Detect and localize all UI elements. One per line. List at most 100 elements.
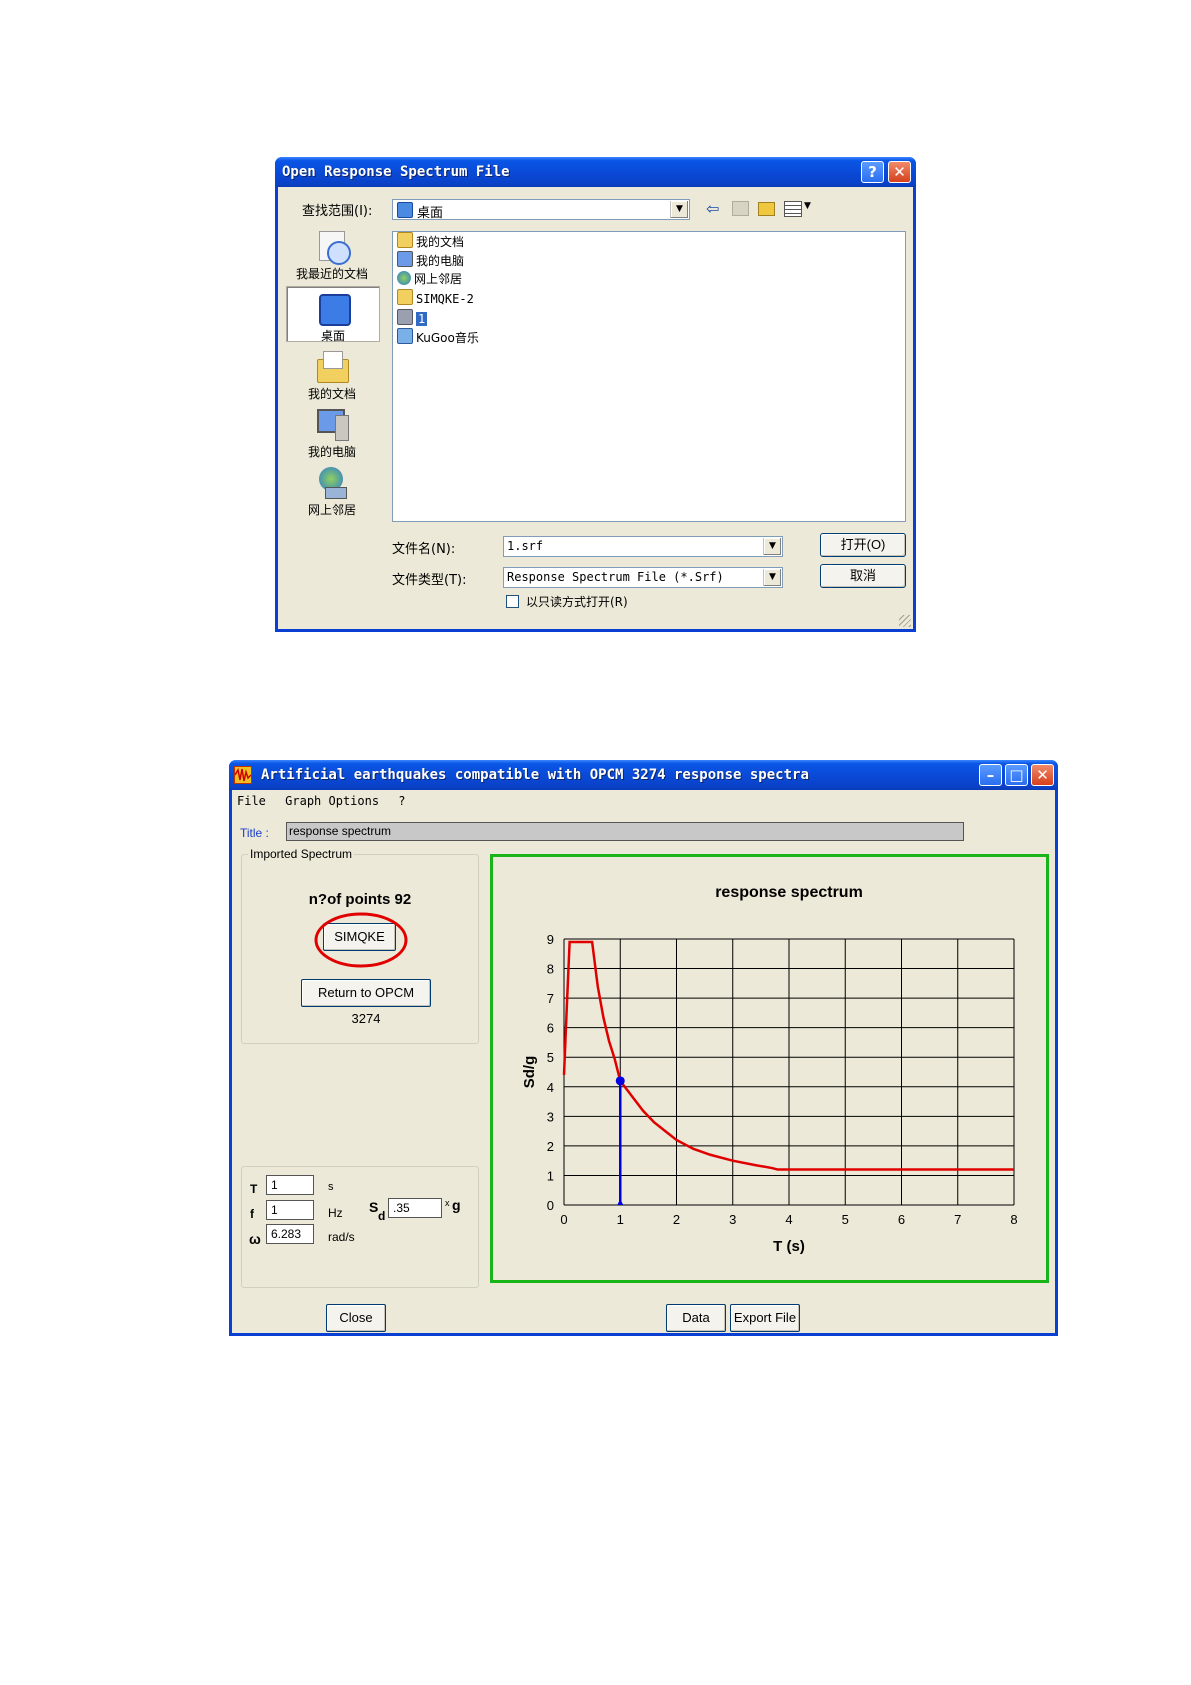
dialog-title: Open Response Spectrum File: [282, 164, 510, 180]
parameter-group: T 1 s f 1 Hz S d .35 x g ω 6.283 rad/s: [241, 1166, 479, 1288]
x-tick-label: 0: [560, 1212, 567, 1227]
list-item[interactable]: 我的电脑: [397, 251, 464, 269]
network-icon: [397, 271, 411, 285]
place-label: 桌面: [320, 329, 345, 343]
new-folder-icon[interactable]: [758, 202, 775, 216]
my-computer-icon: [397, 251, 413, 267]
omega-label: ω: [249, 1231, 261, 1247]
chevron-down-icon[interactable]: ▼: [763, 569, 781, 586]
period-marker: [615, 1076, 625, 1086]
place-network[interactable]: 网上邻居: [286, 465, 378, 518]
menu-bar: File Graph Options ?: [237, 794, 418, 808]
my-computer-icon: [315, 407, 349, 441]
sd-input[interactable]: .35: [388, 1198, 442, 1218]
sd-unit-x: x: [445, 1198, 450, 1208]
place-recent[interactable]: 我最近的文档: [286, 229, 378, 282]
filetype-combo[interactable]: Response Spectrum File (*.Srf) ▼: [503, 567, 783, 588]
menu-graph-options[interactable]: Graph Options: [285, 794, 379, 808]
help-icon[interactable]: ?: [861, 161, 884, 183]
title-label: Title :: [240, 826, 269, 840]
place-label: 网上邻居: [307, 503, 356, 517]
filename-value: 1.srf: [507, 539, 544, 553]
resize-grip-icon[interactable]: [899, 615, 911, 627]
return-opcm-button[interactable]: Return to OPCM 3274: [301, 979, 431, 1026]
y-tick-label: 9: [547, 932, 554, 947]
chevron-down-icon[interactable]: ▼: [763, 538, 781, 555]
export-file-button[interactable]: Export File: [730, 1304, 800, 1332]
title-input[interactable]: response spectrum: [286, 822, 964, 841]
maximize-icon[interactable]: □: [1005, 764, 1028, 786]
y-tick-label: 4: [547, 1080, 554, 1095]
y-tick-label: 6: [547, 1021, 554, 1036]
view-dropdown-icon[interactable]: ▼: [804, 201, 811, 211]
x-tick-label: 8: [1010, 1212, 1017, 1227]
T-label: T: [250, 1182, 258, 1196]
dialog-client: 查找范围(I): 桌面 ▼ ⇦ ▼ 我最近的文档 桌面 我的文档 我的电脑 网上…: [278, 187, 913, 629]
app-icon: [234, 766, 252, 784]
place-label: 我的文档: [307, 387, 356, 401]
my-documents-icon: [397, 232, 413, 248]
desktop-icon: [316, 291, 351, 326]
close-icon[interactable]: ✕: [888, 161, 911, 183]
x-axis-label: T (s): [773, 1238, 805, 1255]
look-in-combo[interactable]: 桌面 ▼: [392, 199, 690, 221]
group-title: Imported Spectrum: [248, 847, 355, 861]
chart-frame: 0 1 2 3 4 5 6 7 8 0 1 2 3 4 5 6 7 8 9 response spectrum T (s…: [490, 854, 1049, 1283]
y-tick-label: 8: [547, 962, 554, 977]
list-item[interactable]: 我的文档: [397, 232, 464, 250]
x-tick-label: 1: [617, 1212, 624, 1227]
place-my-computer[interactable]: 我的电脑: [286, 407, 378, 460]
readonly-checkbox[interactable]: [506, 595, 519, 608]
sd-subscript: d: [378, 1209, 386, 1223]
list-item-selected[interactable]: 1: [397, 309, 428, 327]
y-tick-label: 7: [547, 991, 554, 1006]
file-list[interactable]: 我的文档 我的电脑 网上邻居 SIMQKE-2 1 KuGoo音乐: [392, 231, 906, 522]
y-tick-label: 1: [547, 1168, 554, 1183]
folder-icon: [397, 289, 413, 305]
readonly-label: 以只读方式打开(R): [526, 595, 628, 609]
minimize-icon[interactable]: –: [979, 764, 1002, 786]
f-input[interactable]: 1: [266, 1200, 314, 1220]
dialog-titlebar[interactable]: Open Response Spectrum File ? ✕: [275, 157, 916, 187]
close-icon[interactable]: ✕: [1031, 764, 1054, 786]
app-titlebar[interactable]: Artificial earthquakes compatible with O…: [229, 760, 1058, 790]
back-icon[interactable]: ⇦: [706, 201, 724, 217]
f-unit: Hz: [328, 1206, 343, 1220]
cancel-button[interactable]: 取消: [820, 564, 906, 588]
menu-file[interactable]: File: [237, 794, 266, 808]
data-button[interactable]: Data: [666, 1304, 726, 1332]
y-tick-label: 3: [547, 1109, 554, 1124]
x-tick-label: 6: [898, 1212, 905, 1227]
list-item[interactable]: 网上邻居: [397, 270, 462, 288]
T-input[interactable]: 1: [266, 1175, 314, 1195]
open-button[interactable]: 打开(O): [820, 533, 906, 557]
menu-help[interactable]: ?: [398, 794, 405, 808]
filename-combo[interactable]: 1.srf ▼: [503, 536, 783, 557]
list-item[interactable]: SIMQKE-2: [397, 289, 474, 307]
look-in-value: 桌面: [417, 206, 444, 221]
response-spectrum-chart[interactable]: 0 1 2 3 4 5 6 7 8 0 1 2 3 4 5 6 7 8 9 response spectrum T (s…: [493, 857, 1046, 1280]
filetype-label: 文件类型(T):: [392, 573, 467, 588]
desktop-icon: [397, 202, 413, 218]
x-tick-label: 7: [954, 1212, 961, 1227]
place-my-documents[interactable]: 我的文档: [286, 349, 378, 402]
list-item[interactable]: KuGoo音乐: [397, 328, 479, 346]
omega-unit: rad/s: [328, 1230, 355, 1244]
imported-spectrum-group: Imported Spectrum n?of points 92 SIMQKE …: [241, 847, 479, 1044]
place-desktop[interactable]: 桌面: [286, 286, 380, 343]
y-axis-label: Sd/g: [521, 1056, 538, 1089]
view-menu-icon[interactable]: [784, 201, 802, 217]
open-file-dialog: Open Response Spectrum File ? ✕ 查找范围(I):…: [275, 157, 916, 632]
chevron-down-icon[interactable]: ▼: [670, 201, 688, 218]
network-icon: [315, 465, 349, 499]
app-title: Artificial earthquakes compatible with O…: [261, 767, 809, 783]
up-folder-icon[interactable]: [732, 201, 749, 216]
omega-input[interactable]: 6.283: [266, 1224, 314, 1244]
x-tick-label: 4: [785, 1212, 792, 1227]
T-unit: s: [328, 1181, 334, 1193]
x-tick-label: 2: [673, 1212, 680, 1227]
close-button[interactable]: Close: [326, 1304, 386, 1332]
axis-marker: [617, 1199, 624, 1205]
look-in-label: 查找范围(I):: [302, 204, 373, 219]
sd-label: S: [369, 1199, 379, 1215]
